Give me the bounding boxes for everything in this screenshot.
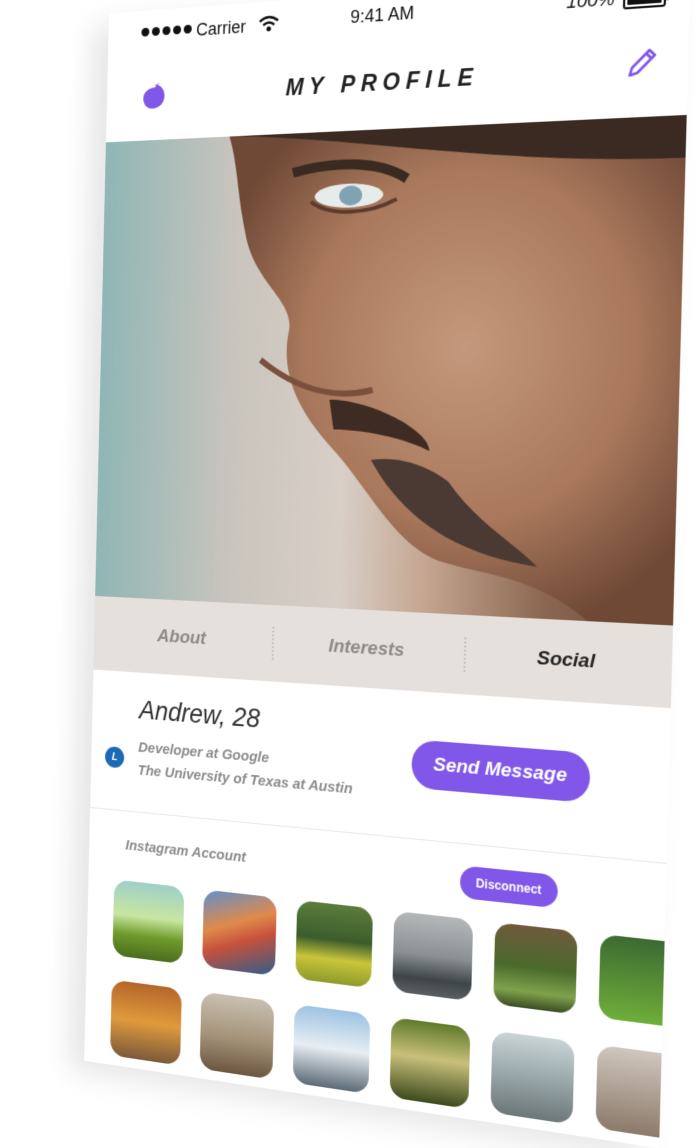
tab-social[interactable]: Social xyxy=(464,643,673,678)
instagram-photo-autumn-lake[interactable] xyxy=(110,979,182,1066)
instagram-photo-green-field[interactable] xyxy=(598,934,687,1029)
pencil-icon[interactable] xyxy=(623,44,660,82)
tab-interests[interactable]: Interests xyxy=(272,632,465,665)
instagram-photo-meadow[interactable] xyxy=(295,899,374,989)
battery-percent: 100% xyxy=(566,0,615,13)
phone-screen: Carrier 9:41 AM 100% MY PROFILE About In… xyxy=(84,0,691,1148)
instagram-photo-portrait[interactable] xyxy=(595,1044,684,1141)
profile-school: The University of Texas at Austin xyxy=(137,762,353,798)
instagram-section: Instagram Account Disconnect xyxy=(84,807,687,1148)
instagram-photo-grid xyxy=(110,879,690,1141)
instagram-photo-woman-in-trees[interactable] xyxy=(389,1017,471,1109)
profile-photo[interactable] xyxy=(95,114,687,626)
disconnect-button[interactable]: Disconnect xyxy=(459,865,559,909)
instagram-photo-forest[interactable] xyxy=(493,922,578,1015)
instagram-photo-coastal-village[interactable] xyxy=(202,889,277,976)
battery-icon xyxy=(622,0,667,10)
send-message-button[interactable]: Send Message xyxy=(411,739,591,804)
page-title: MY PROFILE xyxy=(285,63,480,101)
tab-about[interactable]: About xyxy=(94,622,272,654)
instagram-photo-mountain-hiker[interactable] xyxy=(292,1004,371,1094)
portrait-illustration xyxy=(218,114,687,626)
instagram-photo-foggy-road[interactable] xyxy=(392,910,474,1002)
instagram-photo-misty-trees[interactable] xyxy=(490,1030,575,1125)
profile-name: Andrew, 28 xyxy=(138,695,261,734)
instagram-photo-terraces[interactable] xyxy=(112,879,185,965)
profile-job: Developer at Google xyxy=(138,739,270,767)
linkedin-badge-icon: L xyxy=(104,746,125,769)
instagram-photo-woman-smiling[interactable] xyxy=(199,991,275,1080)
instagram-label: Instagram Account xyxy=(125,837,247,866)
